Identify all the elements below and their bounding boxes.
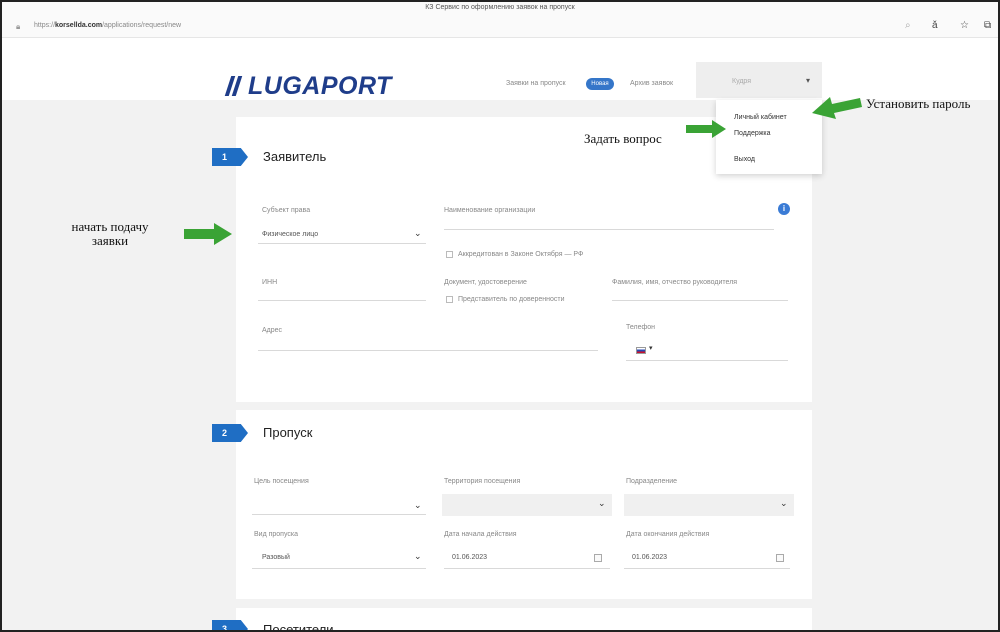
territory-select[interactable] [442,494,612,516]
address-bar[interactable]: https://korsellda.com/applications/reque… [34,22,181,29]
pass-type-underline [252,568,426,569]
end-date-label: Дата окончания действия [626,531,710,538]
user-dropdown-menu: Личный кабинет Поддержка Выход [716,100,822,174]
purpose-select[interactable] [252,514,426,515]
menu-item-profile[interactable]: Личный кабинет [734,114,787,121]
chevron-down-icon[interactable]: ⌄ [414,551,422,562]
subject-label: Субъект права [262,207,311,214]
arrow-right-icon [184,223,232,245]
doc-value: Представитель по доверенности [458,296,565,303]
calendar-icon[interactable] [776,554,784,562]
logo-bars-icon [224,72,243,101]
inn-label: ИНН [262,279,278,286]
site-logo[interactable]: LUGAPORT [224,72,392,101]
start-date-underline [444,568,610,569]
chevron-down-icon[interactable]: ⌄ [414,228,422,239]
zoom-icon[interactable]: ⌕ [905,20,911,31]
head-name-input[interactable] [612,300,788,301]
step-badge-1: 1 [212,148,248,166]
nav-archive-link[interactable]: Архив заявок [630,80,673,87]
chevron-down-icon: ▾ [806,76,811,85]
favorites-icon[interactable]: ☆ [960,20,969,31]
address-domain: korsellda.com [55,22,103,29]
division-label: Подразделение [626,478,678,485]
menu-item-logout[interactable]: Выход [734,156,755,163]
section-title-pass: Пропуск [263,425,313,440]
phone-input[interactable] [626,360,788,361]
org-name-input[interactable] [444,229,774,230]
territory-label: Территория посещения [444,478,521,485]
site-header: LUGAPORT Заявки на пропуск Новая Архив з… [0,38,1000,100]
nav-requests-link[interactable]: Заявки на пропуск [506,80,566,87]
browser-titlebar: КЗ Сервис по оформлению заявок на пропус… [0,0,1000,38]
section-title-applicant: Заявитель [263,149,327,164]
user-menu-button[interactable]: Кудря ▾ [696,62,822,98]
reader-icon[interactable]: ǎ [932,20,938,31]
user-name: Кудря [732,78,752,85]
annotation-start-request: начать подачу заявки [71,219,149,248]
head-name-label: Фамилия, имя, отчество руководителя [612,279,738,286]
start-date-input[interactable]: 01.06.2023 [452,554,487,561]
doc-label: Документ, удостоверение [444,279,527,286]
org-name-label: Наименование организации [444,207,536,214]
start-date-label: Дата начала действия [444,531,517,538]
accredited-checkbox[interactable] [446,251,453,258]
end-date-underline [624,568,790,569]
new-request-badge[interactable]: Новая [586,78,614,90]
info-icon[interactable]: i [778,203,790,215]
logo-text: LUGAPORT [248,72,392,100]
annotation-ask-question: Задать вопрос [584,131,662,146]
chevron-down-icon[interactable]: ⌄ [414,500,422,511]
chevron-down-icon[interactable]: ⌄ [780,498,788,509]
phone-label: Телефон [626,324,656,331]
caret-down-icon[interactable]: ▾ [649,344,653,352]
pass-type-label: Вид пропуска [254,531,299,538]
lock-icon: 🔒︎ [16,22,21,31]
collections-icon[interactable]: ⧉ [984,20,991,31]
inn-input[interactable] [258,300,426,301]
section-title-visitors: Посетители [263,622,334,632]
address-path: /applications/request/new [102,22,182,29]
subject-underline [258,243,426,244]
russia-flag-icon[interactable] [636,347,646,354]
chevron-down-icon[interactable]: ⌄ [598,498,606,509]
accredited-label: Аккредитован в Законе Октября — РФ [458,251,584,258]
annotation-set-password: Установить пароль [866,96,971,111]
arrow-left-icon [812,97,862,119]
pass-type-select[interactable]: Разовый [262,554,290,561]
subject-select[interactable]: Физическое лицо [262,231,318,238]
end-date-input[interactable]: 01.06.2023 [632,554,667,561]
calendar-icon[interactable] [594,554,602,562]
menu-item-support[interactable]: Поддержка [734,130,771,137]
arrow-right-icon [686,120,726,138]
address-input[interactable] [258,350,598,351]
window-title: КЗ Сервис по оформлению заявок на пропус… [425,4,575,11]
step-badge-2: 2 [212,424,248,442]
address-label: Адрес [262,327,283,334]
division-select[interactable] [624,494,794,516]
doc-checkbox[interactable] [446,296,453,303]
purpose-label: Цель посещения [254,478,309,485]
